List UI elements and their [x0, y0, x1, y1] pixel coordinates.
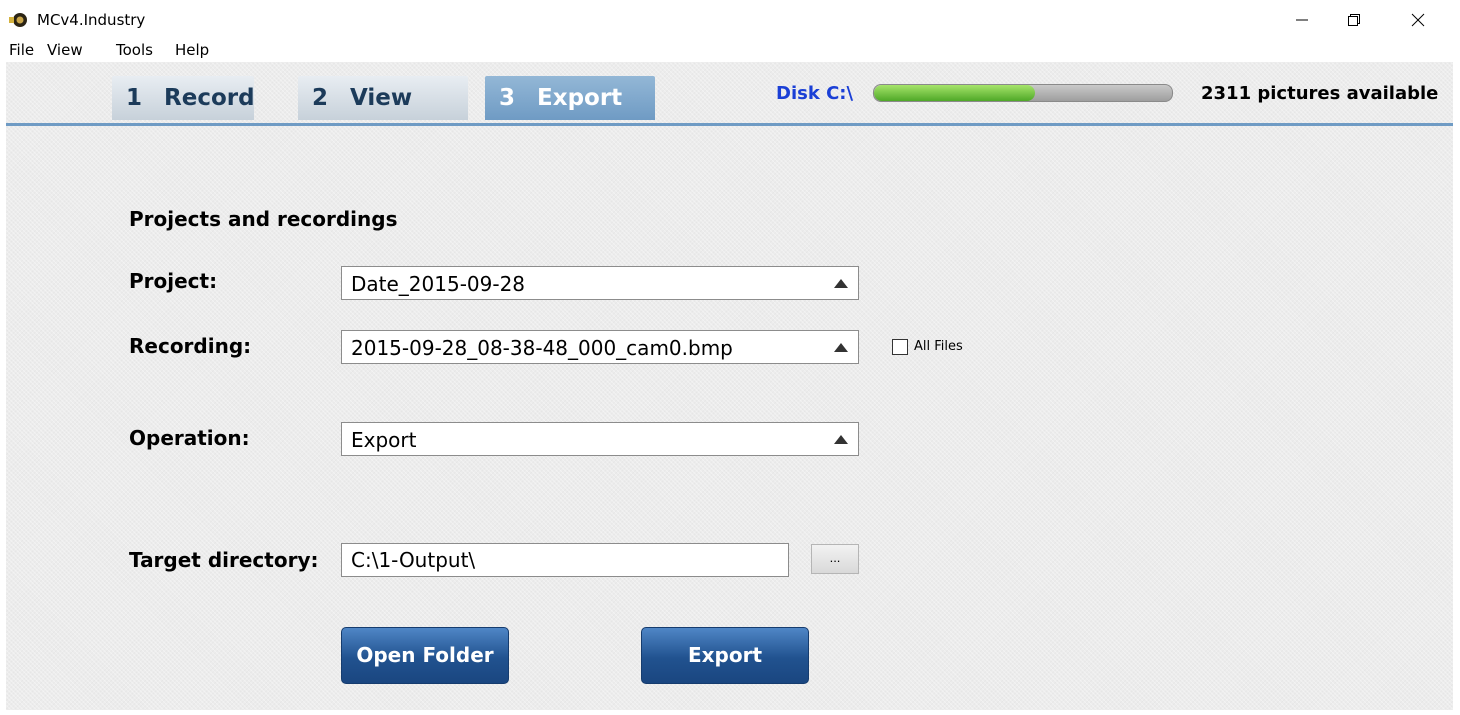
- menu-file[interactable]: File: [9, 41, 34, 59]
- tab-record-number: 1: [126, 85, 143, 111]
- main-panel: 1 Record 2 View 3 Export Disk C:\ 2311 p…: [6, 62, 1453, 710]
- tab-view[interactable]: 2 View: [298, 76, 468, 120]
- target-directory-input[interactable]: C:\1-Output\: [341, 543, 789, 577]
- project-combobox[interactable]: Date_2015-09-28: [341, 266, 859, 300]
- export-button[interactable]: Export: [641, 627, 809, 684]
- chevron-up-icon: [834, 279, 848, 288]
- tab-export-label: Export: [537, 85, 623, 111]
- section-title: Projects and recordings: [129, 207, 398, 231]
- recording-value: 2015-09-28_08-38-48_000_cam0.bmp: [351, 336, 733, 360]
- tab-view-label: View: [350, 85, 413, 111]
- close-icon[interactable]: [1400, 8, 1436, 32]
- operation-value: Export: [351, 428, 417, 452]
- open-folder-button[interactable]: Open Folder: [341, 627, 509, 684]
- app-camera-icon: [9, 13, 27, 27]
- disk-usage-fill: [874, 85, 1035, 101]
- menu-bar: File View Tools Help: [0, 40, 1460, 62]
- recording-combobox[interactable]: 2015-09-28_08-38-48_000_cam0.bmp: [341, 330, 859, 364]
- tab-record-label: Record: [164, 85, 255, 111]
- all-files-label[interactable]: All Files: [914, 339, 963, 354]
- title-bar: MCv4.Industry: [0, 0, 1460, 40]
- all-files-checkbox[interactable]: [892, 339, 908, 355]
- recording-label: Recording:: [129, 334, 252, 358]
- disk-usage-bar: [873, 84, 1173, 102]
- operation-label: Operation:: [129, 426, 250, 450]
- tab-underline: [6, 123, 1453, 126]
- pictures-available: 2311 pictures available: [1201, 83, 1439, 104]
- project-label: Project:: [129, 269, 218, 293]
- chevron-up-icon: [834, 343, 848, 352]
- disk-label: Disk C:\: [776, 83, 854, 104]
- menu-help[interactable]: Help: [175, 41, 209, 59]
- minimize-icon[interactable]: [1284, 8, 1320, 32]
- chevron-up-icon: [834, 435, 848, 444]
- target-directory-label: Target directory:: [129, 548, 319, 572]
- menu-view[interactable]: View: [47, 41, 83, 59]
- window-title: MCv4.Industry: [37, 11, 146, 29]
- operation-combobox[interactable]: Export: [341, 422, 859, 456]
- tab-export[interactable]: 3 Export: [485, 76, 655, 120]
- menu-tools[interactable]: Tools: [116, 41, 153, 59]
- restore-icon[interactable]: [1336, 8, 1372, 32]
- tab-export-number: 3: [499, 85, 516, 111]
- tab-record[interactable]: 1 Record: [112, 76, 255, 120]
- browse-button[interactable]: ...: [811, 544, 859, 574]
- project-value: Date_2015-09-28: [351, 272, 526, 296]
- tab-view-number: 2: [312, 85, 329, 111]
